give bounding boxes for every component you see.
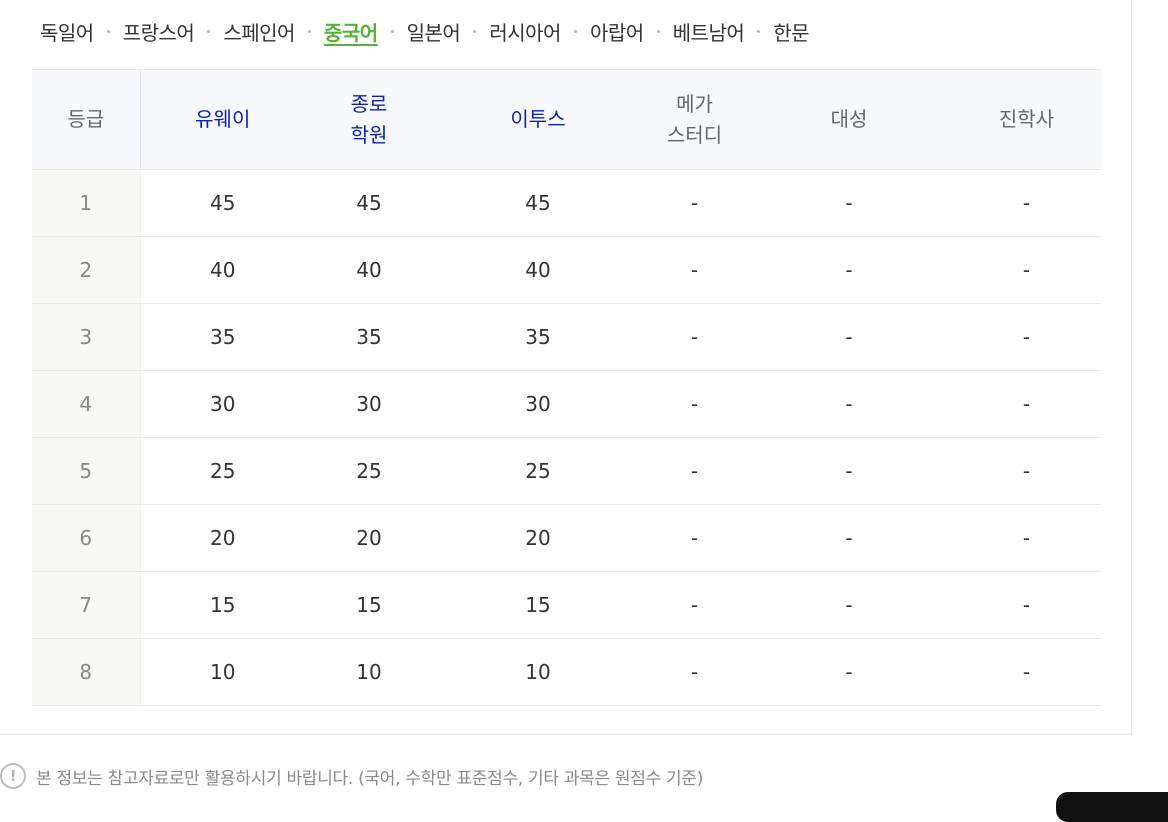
value-cell: - — [746, 370, 952, 438]
table-row: 7 15 15 15 - - - — [32, 571, 1101, 639]
exclamation-circle-icon: ! — [0, 763, 26, 789]
value-cell: - — [643, 437, 746, 505]
value-cell: 30 — [433, 370, 643, 438]
value-cell: 20 — [305, 504, 433, 572]
value-cell: - — [746, 638, 952, 706]
value-cell: 40 — [433, 236, 643, 304]
disclaimer-note: ! 본 정보는 참고자료로만 활용하시기 바랍니다. (국어, 수학만 표준점수… — [0, 763, 703, 789]
value-cell: - — [643, 638, 746, 706]
value-cell: 30 — [305, 370, 433, 438]
table-row: 5 25 25 25 - - - — [32, 437, 1101, 505]
tab-separator — [390, 29, 394, 33]
tab-separator — [656, 29, 660, 33]
value-cell: - — [952, 571, 1101, 639]
header-etoos[interactable]: 이투스 — [433, 69, 643, 170]
value-cell: - — [643, 236, 746, 304]
tab-separator — [106, 29, 110, 33]
header-jongro[interactable]: 종로 학원 — [305, 69, 433, 170]
value-cell: 45 — [305, 169, 433, 237]
value-cell: 15 — [140, 571, 305, 639]
tab-separator — [307, 29, 311, 33]
value-cell: 10 — [305, 638, 433, 706]
disclaimer-text: 본 정보는 참고자료로만 활용하시기 바랍니다. (국어, 수학만 표준점수, … — [36, 768, 704, 789]
value-cell: - — [746, 169, 952, 237]
tab-spanish[interactable]: 스페인어 — [223, 17, 295, 46]
value-cell: - — [746, 571, 952, 639]
header-megastudy: 메가 스터디 — [643, 69, 746, 170]
value-cell: 20 — [433, 504, 643, 572]
table-row: 1 45 45 45 - - - — [32, 169, 1101, 237]
value-cell: 35 — [433, 303, 643, 371]
grade-cell: 5 — [32, 437, 141, 505]
value-cell: 20 — [140, 504, 305, 572]
value-cell: - — [746, 437, 952, 505]
value-cell: - — [643, 504, 746, 572]
value-cell: - — [643, 571, 746, 639]
value-cell: 25 — [140, 437, 305, 505]
value-cell: 40 — [140, 236, 305, 304]
table-row: 2 40 40 40 - - - — [32, 236, 1101, 304]
value-cell: - — [746, 504, 952, 572]
value-cell: - — [952, 638, 1101, 706]
table-header-row: 등급 유웨이 종로 학원 이투스 메가 스터디 대성 진학사 — [32, 69, 1101, 170]
value-cell: 35 — [140, 303, 305, 371]
grade-cell: 3 — [32, 303, 141, 371]
table-row: 4 30 30 30 - - - — [32, 370, 1101, 438]
value-cell: 15 — [305, 571, 433, 639]
tab-french[interactable]: 프랑스어 — [123, 17, 195, 46]
table-row: 8 10 10 10 - - - — [32, 638, 1101, 706]
value-cell: 25 — [433, 437, 643, 505]
grade-cutoff-table: 등급 유웨이 종로 학원 이투스 메가 스터디 대성 진학사 1 45 45 45 … — [32, 69, 1101, 706]
tab-japanese[interactable]: 일본어 — [407, 17, 461, 46]
value-cell: - — [746, 303, 952, 371]
value-cell: - — [952, 236, 1101, 304]
tab-separator — [207, 29, 211, 33]
value-cell: 30 — [140, 370, 305, 438]
value-cell: 35 — [305, 303, 433, 371]
value-cell: 25 — [305, 437, 433, 505]
value-cell: - — [746, 236, 952, 304]
tab-german[interactable]: 독일어 — [40, 17, 94, 46]
language-tabs: 독일어 프랑스어 스페인어 중국어 일본어 러시아어 아랍어 베트남어 한문 — [40, 16, 810, 46]
value-cell: - — [643, 303, 746, 371]
tab-separator — [573, 29, 577, 33]
header-grade: 등급 — [32, 69, 141, 170]
table-row: 6 20 20 20 - - - — [32, 504, 1101, 572]
value-cell: - — [952, 437, 1101, 505]
value-cell: - — [643, 169, 746, 237]
tab-separator — [757, 29, 761, 33]
tab-russian[interactable]: 러시아어 — [489, 17, 561, 46]
grade-cell: 8 — [32, 638, 141, 706]
table-row: 3 35 35 35 - - - — [32, 303, 1101, 371]
value-cell: - — [952, 370, 1101, 438]
value-cell: 15 — [433, 571, 643, 639]
tab-arabic[interactable]: 아랍어 — [590, 17, 644, 46]
grade-cell: 4 — [32, 370, 141, 438]
grade-cell: 2 — [32, 236, 141, 304]
value-cell: 10 — [140, 638, 305, 706]
tab-separator — [473, 29, 477, 33]
value-cell: 10 — [433, 638, 643, 706]
header-jinhaksa: 진학사 — [952, 69, 1101, 170]
value-cell: - — [952, 504, 1101, 572]
value-cell: 40 — [305, 236, 433, 304]
value-cell: 45 — [140, 169, 305, 237]
header-uway[interactable]: 유웨이 — [140, 69, 305, 170]
header-daesung: 대성 — [746, 69, 952, 170]
value-cell: - — [952, 303, 1101, 371]
tab-classical-chinese[interactable]: 한문 — [773, 17, 809, 46]
value-cell: - — [952, 169, 1101, 237]
tab-chinese[interactable]: 중국어 — [324, 17, 378, 46]
value-cell: 45 — [433, 169, 643, 237]
grade-cell: 7 — [32, 571, 141, 639]
grade-cell: 6 — [32, 504, 141, 572]
value-cell: - — [643, 370, 746, 438]
floating-widget-edge[interactable] — [1056, 792, 1168, 822]
tab-vietnamese[interactable]: 베트남어 — [673, 17, 745, 46]
grade-cell: 1 — [32, 169, 141, 237]
